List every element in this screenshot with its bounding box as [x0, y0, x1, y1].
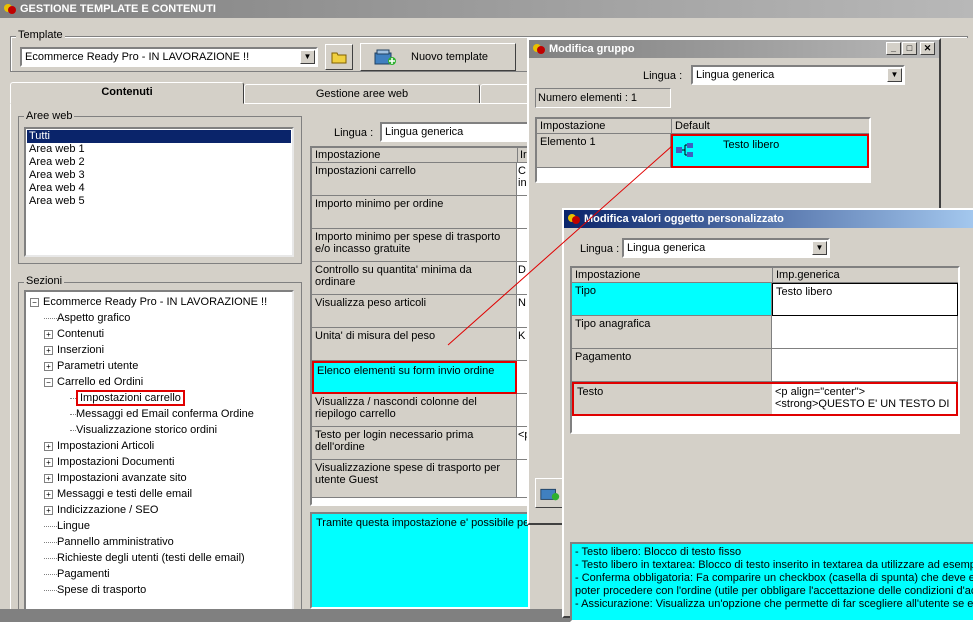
- tab-contenuti-label: Contenuti: [101, 86, 153, 98]
- connector-line-stroke: [447, 145, 673, 346]
- tab-contenuti[interactable]: Contenuti: [10, 82, 244, 104]
